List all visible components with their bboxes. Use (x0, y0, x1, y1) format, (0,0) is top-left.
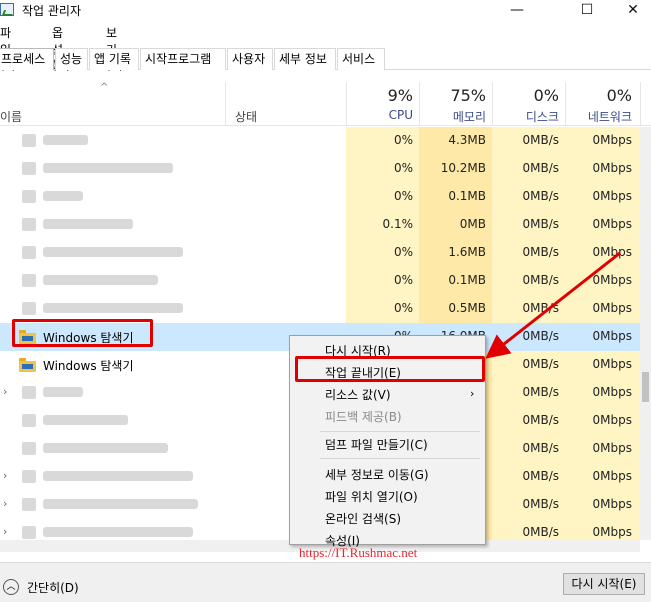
chevron-up-icon[interactable]: ︿ (3, 579, 19, 595)
annotation-arrow-icon (485, 251, 621, 359)
watermark-text: https://IT.Rushmac.net (299, 545, 418, 560)
restart-button[interactable]: 다시 시작(E) (563, 573, 645, 595)
footer-bar: ︿ 간단히(D) 다시 시작(E) (0, 562, 651, 602)
fewer-details-link[interactable]: 간단히(D) (27, 579, 79, 596)
